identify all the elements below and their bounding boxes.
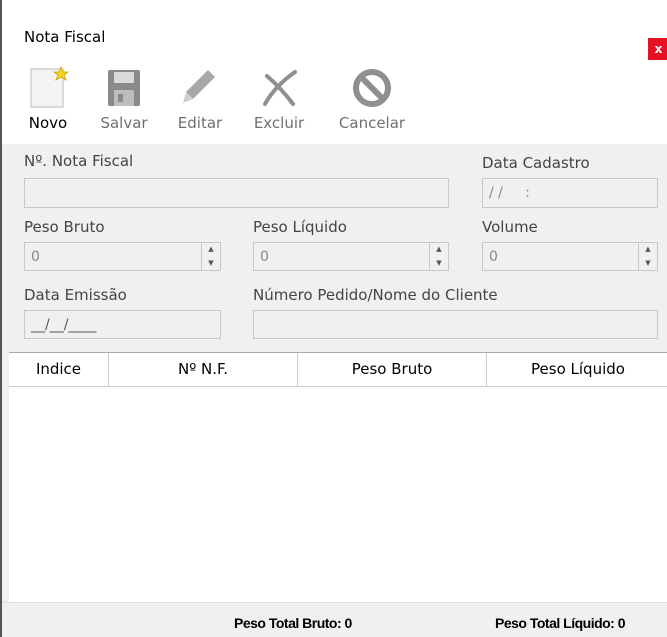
volume-label: Volume [482, 218, 538, 236]
column-header-peso-bruto[interactable]: Peso Bruto [298, 353, 487, 386]
pedido-cliente-label: Número Pedido/Nome do Cliente [253, 286, 498, 304]
column-header-indice[interactable]: Indice [9, 353, 109, 386]
nota-fiscal-input[interactable] [24, 178, 449, 208]
new-button-label: Novo [28, 114, 68, 132]
peso-liquido-stepper[interactable]: 0 ▲ ▼ [253, 242, 449, 271]
form-area: Nº. Nota Fiscal Data Cadastro / / : Peso… [2, 144, 667, 352]
spin-down-icon[interactable]: ▼ [430, 257, 448, 271]
spin-up-icon[interactable]: ▲ [639, 243, 657, 257]
peso-bruto-label: Peso Bruto [24, 218, 105, 236]
edit-button-label: Editar [177, 114, 223, 132]
peso-bruto-spinner[interactable]: ▲ ▼ [201, 243, 220, 270]
spin-down-icon[interactable]: ▼ [202, 257, 220, 271]
new-button[interactable]: Novo [22, 66, 74, 132]
nota-fiscal-label: Nº. Nota Fiscal [24, 152, 134, 170]
cancel-icon [332, 66, 412, 110]
spin-up-icon[interactable]: ▲ [202, 243, 220, 257]
cancel-button[interactable]: Cancelar [332, 66, 412, 132]
delete-x-icon [248, 66, 310, 110]
peso-total-bruto-text: Peso Total Bruto: 0 [234, 615, 352, 631]
pedido-cliente-input[interactable] [253, 310, 658, 339]
close-button[interactable]: x [648, 38, 667, 60]
nota-fiscal-window: Nota Fiscal x Novo Salvar Editar Excluir… [0, 0, 667, 637]
volume-stepper[interactable]: 0 ▲ ▼ [482, 242, 658, 271]
data-emissao-label: Data Emissão [24, 286, 127, 304]
delete-button-label: Excluir [253, 114, 305, 132]
data-cadastro-input[interactable]: / / : [482, 178, 658, 208]
grid-header: Indice Nº N.F. Peso Bruto Peso Líquido [9, 353, 667, 387]
delete-button[interactable]: Excluir [248, 66, 310, 132]
toolbar: Novo Salvar Editar Excluir Cancelar [2, 60, 667, 144]
new-document-icon [22, 66, 74, 110]
peso-total-liquido-text: Peso Total Líquido: 0 [495, 615, 626, 631]
spin-down-icon[interactable]: ▼ [639, 257, 657, 271]
title-bar: Nota Fiscal x [2, 10, 667, 60]
column-header-nf[interactable]: Nº N.F. [109, 353, 298, 386]
volume-value: 0 [489, 249, 498, 265]
peso-liquido-label: Peso Líquido [253, 218, 347, 236]
spin-up-icon[interactable]: ▲ [430, 243, 448, 257]
window-top-edge [2, 0, 667, 10]
window-title: Nota Fiscal [24, 28, 106, 46]
pencil-icon [172, 66, 228, 110]
peso-bruto-value: 0 [31, 249, 40, 265]
nota-fiscal-grid[interactable]: Indice Nº N.F. Peso Bruto Peso Líquido [9, 352, 667, 603]
peso-liquido-spinner[interactable]: ▲ ▼ [429, 243, 448, 270]
save-button-label: Salvar [100, 114, 148, 132]
status-footer: Peso Total Bruto: 0 Peso Total Líquido: … [2, 602, 667, 637]
data-cadastro-label: Data Cadastro [482, 154, 590, 172]
cancel-button-label: Cancelar [338, 114, 406, 132]
floppy-disk-icon [95, 66, 153, 110]
edit-button[interactable]: Editar [172, 66, 228, 132]
peso-bruto-stepper[interactable]: 0 ▲ ▼ [24, 242, 221, 271]
column-header-peso-liquido[interactable]: Peso Líquido [487, 353, 667, 386]
volume-spinner[interactable]: ▲ ▼ [638, 243, 657, 270]
data-emissao-input[interactable]: __/__/____ [24, 310, 221, 339]
peso-liquido-value: 0 [260, 249, 269, 265]
save-button[interactable]: Salvar [95, 66, 153, 132]
